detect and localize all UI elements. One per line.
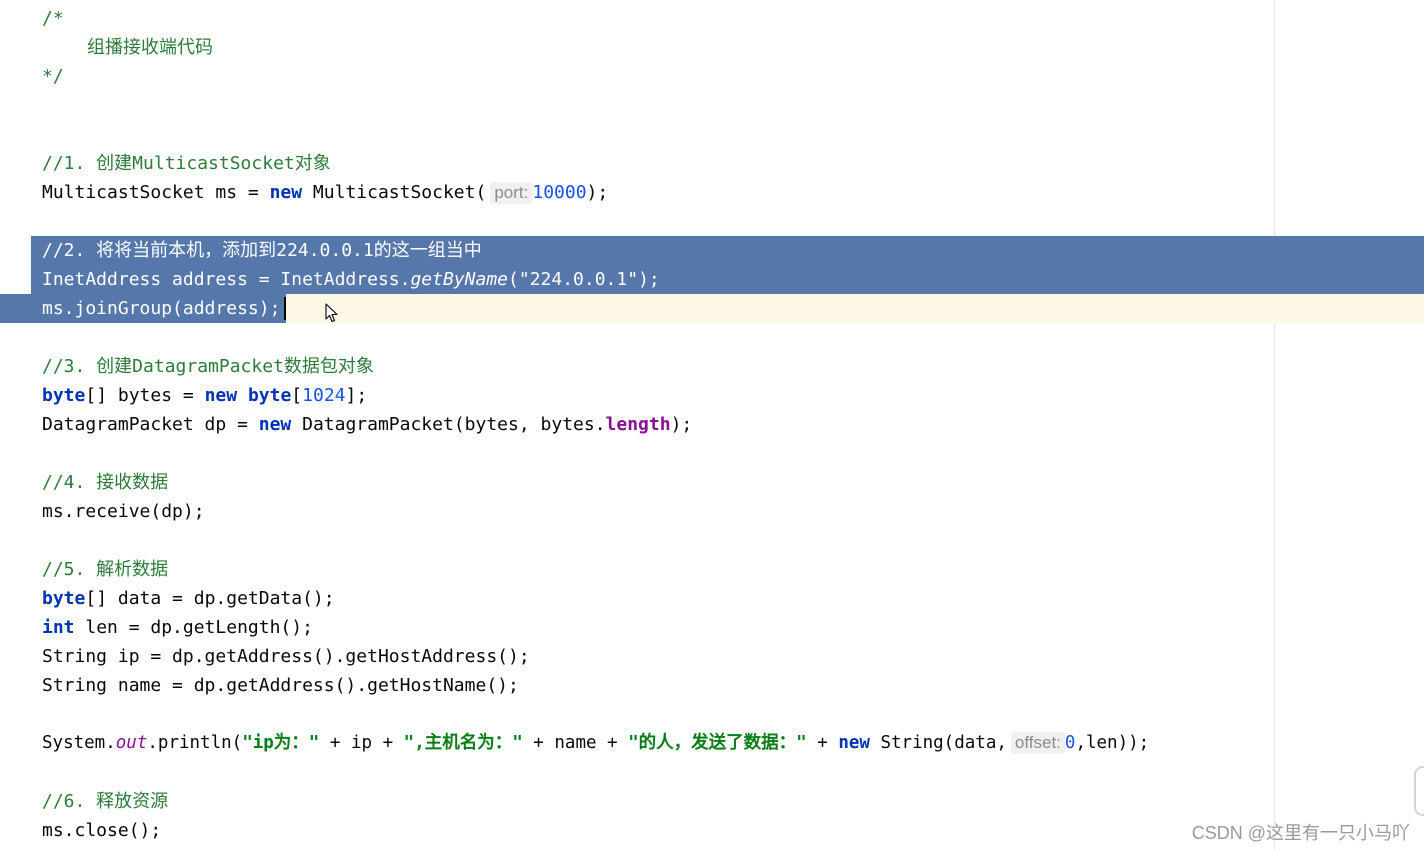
number-literal: 0: [1064, 733, 1076, 753]
code-line[interactable]: byte[] data = dp.getData();: [42, 584, 335, 613]
code-text: System.: [42, 733, 116, 753]
code-text: String ip = dp.getAddress().getHostAddre…: [42, 646, 530, 667]
code-line[interactable]: DatagramPacket dp = new DatagramPacket(b…: [42, 410, 692, 439]
code-text: (: [508, 269, 519, 290]
code-text: + name +: [522, 733, 629, 753]
text-caret: [284, 297, 286, 320]
keyword: byte: [42, 588, 86, 609]
line-comment: //6. 释放资源: [42, 791, 169, 812]
static-field: out: [115, 733, 148, 753]
block-comment-close: */: [42, 66, 64, 87]
code-line[interactable]: //1. 创建MulticastSocket对象: [42, 149, 331, 178]
block-comment-open: /*: [42, 8, 64, 29]
code-text: );: [638, 269, 660, 290]
line-comment: //5. 解析数据: [42, 559, 169, 580]
string-literal: "ip为：": [242, 733, 320, 753]
code-editor[interactable]: /* 组播接收端代码 */ //1. 创建MulticastSocket对象 M…: [0, 0, 1424, 850]
line-comment: //1. 创建MulticastSocket对象: [42, 153, 331, 174]
keyword: new: [204, 385, 238, 406]
code-line[interactable]: byte[] bytes = new byte[1024];: [42, 381, 367, 410]
code-text: len = dp.getLength();: [74, 617, 313, 638]
code-text: + ip +: [319, 733, 404, 753]
keyword: new: [258, 414, 292, 435]
keyword: byte: [42, 385, 86, 406]
code-text: DatagramPacket(bytes, bytes.: [291, 414, 606, 435]
number-literal: 1024: [302, 385, 346, 406]
code-line[interactable]: //3. 创建DatagramPacket数据包对象: [42, 352, 374, 381]
code-text: String name = dp.getAddress().getHostNam…: [42, 675, 519, 696]
line-comment: //4. 接收数据: [42, 472, 169, 493]
right-margin-guide: [1274, 0, 1275, 850]
code-text: +: [806, 733, 839, 753]
string-literal: "224.0.0.1": [518, 269, 639, 290]
code-line[interactable]: int len = dp.getLength();: [42, 613, 313, 642]
code-text: InetAddress address = InetAddress.: [42, 269, 411, 290]
string-literal: ",主机名为：": [403, 733, 523, 753]
code-text: ];: [345, 385, 368, 406]
code-text: ,len));: [1075, 733, 1150, 753]
static-method: getByName: [410, 269, 509, 290]
parameter-hint: port:: [490, 182, 533, 204]
code-text: MulticastSocket ms =: [42, 182, 270, 203]
code-line[interactable]: */: [42, 62, 64, 91]
code-text: [: [291, 385, 303, 406]
code-text: );: [586, 182, 609, 203]
code-line[interactable]: //6. 释放资源: [42, 787, 168, 816]
code-text: [] data = dp.getData();: [85, 588, 335, 609]
line-comment: //2. 将将当前本机，添加到224.0.0.1的这一组当中: [42, 240, 482, 261]
string-literal: "的人，发送了数据：": [628, 733, 807, 753]
code-line[interactable]: ms.close();: [42, 816, 161, 845]
keyword: new: [269, 182, 303, 203]
code-text: String(data,: [869, 733, 1007, 753]
code-line[interactable]: /*: [42, 4, 64, 33]
code-text: MulticastSocket ms = new MulticastSocket…: [42, 182, 487, 203]
code-text: ms.joinGroup(address);: [42, 298, 281, 319]
number-literal: 10000: [532, 182, 587, 203]
code-line[interactable]: System.out.println("ip为：" + ip + ",主机名为：…: [42, 729, 1149, 758]
code-text: [] bytes =: [85, 385, 205, 406]
code-line[interactable]: InetAddress address = InetAddress.getByN…: [42, 265, 660, 294]
code-text: .println(: [147, 733, 243, 753]
field-reference: length: [605, 414, 671, 435]
code-text: ms.close();: [42, 820, 162, 841]
code-line[interactable]: MulticastSocket ms = new MulticastSocket…: [42, 178, 609, 207]
code-line[interactable]: String ip = dp.getAddress().getHostAddre…: [42, 642, 530, 671]
line-comment: //3. 创建DatagramPacket数据包对象: [42, 356, 374, 377]
code-line[interactable]: String name = dp.getAddress().getHostNam…: [42, 671, 519, 700]
block-comment-title: 组播接收端代码: [87, 37, 213, 58]
code-line[interactable]: //4. 接收数据: [42, 468, 168, 497]
code-text: ms.receive(dp);: [42, 501, 205, 522]
code-text: MulticastSocket(: [302, 182, 487, 203]
arrow-cursor-icon: [325, 303, 338, 323]
code-text: );: [670, 414, 693, 435]
keyword: new: [838, 733, 870, 753]
code-line[interactable]: ms.joinGroup(address);: [42, 294, 280, 323]
code-line[interactable]: ms.receive(dp);: [42, 497, 205, 526]
keyword: int: [42, 617, 75, 638]
code-line[interactable]: //2. 将将当前本机，添加到224.0.0.1的这一组当中: [42, 236, 482, 265]
code-text: DatagramPacket dp =: [42, 414, 259, 435]
parameter-hint: offset:: [1010, 732, 1065, 754]
watermark: CSDN @这里有一只小马吖: [1191, 823, 1410, 843]
code-line[interactable]: 组播接收端代码: [87, 33, 213, 62]
code-line[interactable]: //5. 解析数据: [42, 555, 168, 584]
scrollbar-thumb[interactable]: [1414, 766, 1424, 816]
keyword: byte: [247, 385, 292, 406]
